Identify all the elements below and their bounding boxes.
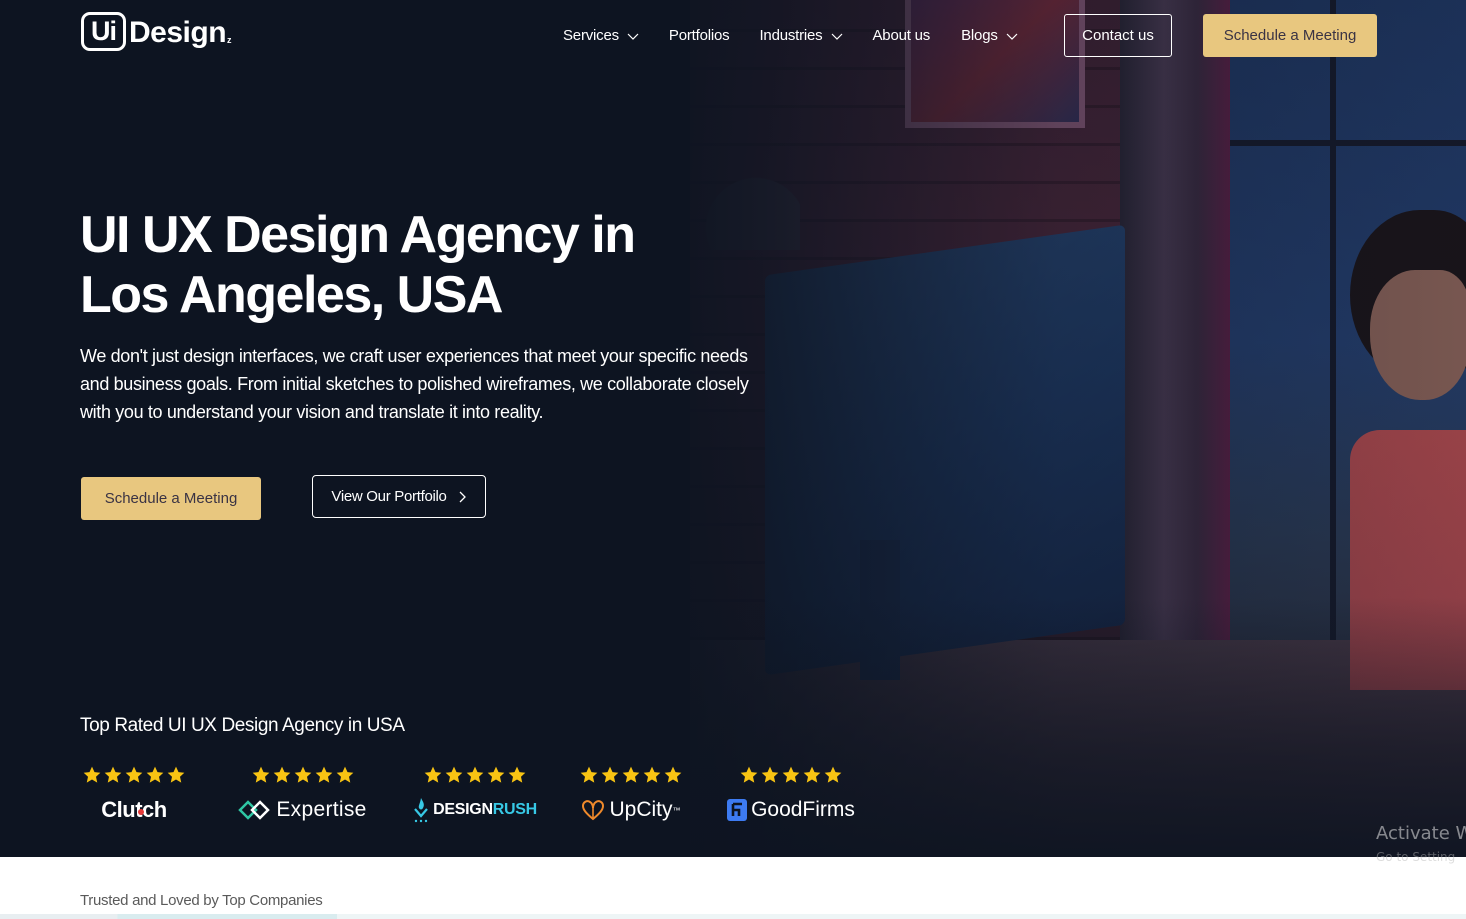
star-icon: [146, 766, 164, 783]
star-icon: [740, 766, 758, 783]
designrush-text-rush: RUSH: [492, 801, 537, 818]
designrush-flame-icon: [414, 798, 428, 823]
star-icon: [466, 766, 484, 783]
expertise-text: Expertise: [276, 798, 367, 821]
star-icon: [508, 766, 526, 783]
star-icon: [643, 766, 661, 783]
expertise-logo: Expertise: [238, 795, 366, 825]
windows-activation-watermark: Activate W: [1376, 823, 1466, 844]
rating-expertise[interactable]: Expertise: [235, 763, 370, 825]
star-icon: [824, 766, 842, 783]
nav-portfolios[interactable]: Portfolios: [669, 27, 730, 44]
upcity-heart-icon: [582, 800, 605, 821]
hero-title: UI UX Design Agency in Los Angeles, USA: [80, 205, 780, 325]
expertise-diamond-icon: [238, 800, 271, 820]
star-icon: [104, 766, 122, 783]
goodfirms-g-icon: [727, 799, 748, 821]
star-icon: [782, 766, 800, 783]
nav-services-label: Services: [563, 27, 619, 44]
star-rating: [82, 763, 186, 787]
star-icon: [273, 766, 290, 783]
nav-about-label: About us: [872, 27, 931, 44]
nav-blogs-label: Blogs: [961, 27, 998, 44]
upcity-trademark: ™: [672, 805, 681, 815]
logo-text: Design: [129, 16, 227, 49]
star-icon: [315, 766, 332, 783]
header-schedule-meeting-button[interactable]: Schedule a Meeting: [1203, 14, 1377, 57]
star-rating: [423, 763, 527, 787]
contact-us-button[interactable]: Contact us: [1064, 14, 1172, 57]
view-portfolio-label: View Our Portfoilo: [331, 488, 447, 505]
star-rating: [739, 763, 843, 787]
main-nav: Services Portfolios Industries About us …: [563, 14, 1047, 57]
site-logo[interactable]: Ui Design z: [81, 12, 232, 51]
clutch-accent-letter: t: [135, 797, 145, 823]
nav-portfolios-label: Portfolios: [668, 27, 730, 44]
hero-schedule-meeting-button[interactable]: Schedule a Meeting: [81, 477, 261, 520]
upcity-logo: UpCity ™: [581, 795, 681, 825]
star-icon: [803, 766, 821, 783]
rating-upcity[interactable]: UpCity ™: [580, 763, 682, 825]
star-icon: [445, 766, 463, 783]
hero-title-line1: UI UX Design Agency in: [80, 206, 636, 264]
nav-about-us[interactable]: About us: [873, 27, 931, 44]
view-portfolio-button[interactable]: View Our Portfoilo: [312, 475, 486, 518]
rating-designrush[interactable]: DESIGN RUSH: [413, 763, 537, 825]
rating-clutch[interactable]: Clutch: [80, 763, 188, 825]
star-icon: [336, 766, 353, 783]
star-icon: [252, 766, 269, 783]
star-icon: [167, 766, 185, 783]
trusted-companies-heading: Trusted and Loved by Top Companies: [80, 892, 323, 909]
hero-section: Ui Design z Services Portfolios Industri…: [0, 0, 1466, 857]
rating-goodfirms[interactable]: GoodFirms: [727, 763, 855, 825]
star-icon: [761, 766, 779, 783]
designrush-logo: DESIGN RUSH: [413, 795, 537, 825]
hero-description: We don't just design interfaces, we craf…: [80, 346, 749, 422]
company-logos-strip: [0, 914, 1466, 919]
star-icon: [83, 766, 101, 783]
nav-services[interactable]: Services: [563, 27, 639, 44]
goodfirms-text: GoodFirms: [751, 798, 855, 821]
logo-mark: Ui: [81, 12, 126, 51]
ratings-title: Top Rated UI UX Design Agency in USA: [80, 715, 405, 736]
nav-blogs[interactable]: Blogs: [961, 27, 1018, 44]
chevron-down-icon: [831, 33, 842, 40]
nav-industries[interactable]: Industries: [759, 27, 842, 44]
star-icon: [294, 766, 311, 783]
star-icon: [622, 766, 640, 783]
star-icon: [487, 766, 505, 783]
chevron-right-icon: [459, 491, 466, 502]
hero-title-line2: Los Angeles, USA: [80, 266, 503, 324]
windows-activation-subtext: Go to Setting: [1376, 850, 1456, 864]
upcity-text: UpCity: [609, 798, 673, 821]
chevron-down-icon: [1006, 33, 1018, 40]
clutch-logo: Clutch: [101, 797, 167, 823]
designrush-text-design: DESIGN: [433, 801, 493, 818]
logo-suffix: z: [227, 35, 232, 45]
nav-industries-label: Industries: [759, 27, 823, 44]
star-icon: [580, 766, 598, 783]
star-icon: [424, 766, 442, 783]
star-icon: [664, 766, 682, 783]
star-rating: [579, 763, 683, 787]
star-icon: [601, 766, 619, 783]
star-icon: [125, 766, 143, 783]
star-rating: [251, 763, 355, 787]
chevron-down-icon: [627, 33, 639, 40]
goodfirms-logo: GoodFirms: [727, 795, 855, 825]
